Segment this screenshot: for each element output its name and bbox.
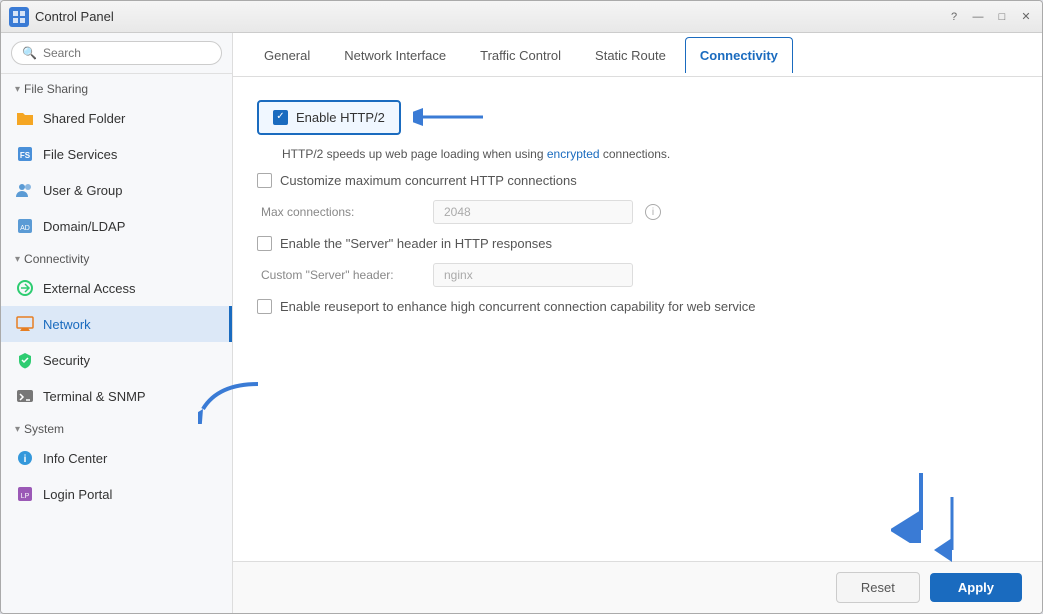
section-system-header[interactable]: ▾ System bbox=[1, 414, 232, 440]
close-button[interactable]: ✕ bbox=[1018, 9, 1034, 25]
customize-connections-label: Customize maximum concurrent HTTP connec… bbox=[280, 173, 577, 188]
custom-server-header-label: Custom "Server" header: bbox=[261, 268, 421, 282]
reuseport-highlight-2: concurrent connection capability bbox=[479, 299, 665, 314]
sidebar-label-user-group: User & Group bbox=[43, 183, 122, 198]
reset-button[interactable]: Reset bbox=[836, 572, 920, 603]
app-icon bbox=[9, 7, 29, 27]
minimize-button[interactable]: — bbox=[970, 9, 986, 25]
apply-button[interactable]: Apply bbox=[930, 573, 1022, 602]
sidebar-search-area: 🔍 bbox=[1, 33, 232, 74]
svg-text:AD: AD bbox=[20, 225, 30, 232]
sidebar-item-file-services[interactable]: FS File Services bbox=[1, 136, 232, 172]
domain-icon: AD bbox=[15, 216, 35, 236]
tab-bar: General Network Interface Traffic Contro… bbox=[233, 33, 1042, 77]
main-layout: 🔍 ▾ File Sharing Shared Folder bbox=[1, 33, 1042, 613]
sidebar-item-domain-ldap[interactable]: AD Domain/LDAP bbox=[1, 208, 232, 244]
info-icon[interactable]: i bbox=[645, 204, 661, 220]
server-header-label: Enable the "Server" header in HTTP respo… bbox=[280, 236, 552, 251]
sidebar-label-domain-ldap: Domain/LDAP bbox=[43, 219, 125, 234]
footer: Reset Apply bbox=[233, 561, 1042, 613]
sidebar-label-file-services: File Services bbox=[43, 147, 117, 162]
svg-text:FS: FS bbox=[20, 151, 31, 160]
sidebar-item-external-access[interactable]: External Access bbox=[1, 270, 232, 306]
chevron-down-icon-3: ▾ bbox=[15, 424, 20, 435]
reuseport-label: Enable reuseport to enhance high concurr… bbox=[280, 299, 756, 314]
network-icon bbox=[15, 314, 35, 334]
reuseport-checkbox[interactable] bbox=[257, 299, 272, 314]
section-file-sharing: ▾ File Sharing Shared Folder bbox=[1, 74, 232, 244]
max-connections-row: Max connections: i bbox=[261, 200, 1018, 224]
sidebar-item-security[interactable]: Security bbox=[1, 342, 232, 378]
server-header-row[interactable]: Enable the "Server" header in HTTP respo… bbox=[257, 236, 1018, 251]
enable-http2-container: Enable HTTP/2 bbox=[257, 100, 401, 135]
titlebar: Control Panel ? — □ ✕ bbox=[1, 1, 1042, 33]
section-connectivity-label: Connectivity bbox=[24, 252, 89, 266]
content-area: General Network Interface Traffic Contro… bbox=[233, 33, 1042, 613]
sidebar-label-network: Network bbox=[43, 317, 91, 332]
http2-checkbox[interactable] bbox=[273, 110, 288, 125]
sidebar-label-info-center: Info Center bbox=[43, 451, 107, 466]
search-input[interactable] bbox=[43, 46, 211, 60]
arrow-left-svg bbox=[413, 97, 493, 137]
login-portal-icon: LP bbox=[15, 484, 35, 504]
sidebar-label-login-portal: Login Portal bbox=[43, 487, 112, 502]
security-icon bbox=[15, 350, 35, 370]
section-system: ▾ System i Info Center bbox=[1, 414, 232, 512]
reuseport-row[interactable]: Enable reuseport to enhance high concurr… bbox=[257, 299, 1018, 314]
external-access-icon bbox=[15, 278, 35, 298]
tab-traffic-control[interactable]: Traffic Control bbox=[465, 37, 576, 73]
sidebar-label-shared-folder: Shared Folder bbox=[43, 111, 125, 126]
chevron-down-icon-2: ▾ bbox=[15, 254, 20, 265]
highlight-encrypted: encrypted bbox=[547, 147, 600, 161]
sidebar: 🔍 ▾ File Sharing Shared Folder bbox=[1, 33, 233, 613]
section-file-sharing-label: File Sharing bbox=[24, 82, 88, 96]
custom-server-header-input[interactable] bbox=[433, 263, 633, 287]
tab-general[interactable]: General bbox=[249, 37, 325, 73]
folder-icon bbox=[15, 108, 35, 128]
help-button[interactable]: ? bbox=[946, 9, 962, 25]
control-panel-window: Control Panel ? — □ ✕ 🔍 ▾ File Sharing bbox=[0, 0, 1043, 614]
svg-text:i: i bbox=[24, 454, 27, 465]
window-controls: ? — □ ✕ bbox=[946, 9, 1034, 25]
tab-static-route[interactable]: Static Route bbox=[580, 37, 681, 73]
max-connections-input[interactable] bbox=[433, 200, 633, 224]
file-services-icon: FS bbox=[15, 144, 35, 164]
terminal-icon bbox=[15, 386, 35, 406]
server-header-checkbox[interactable] bbox=[257, 236, 272, 251]
sidebar-item-terminal-snmp[interactable]: Terminal & SNMP bbox=[1, 378, 232, 414]
tab-connectivity[interactable]: Connectivity bbox=[685, 37, 793, 73]
sidebar-label-security: Security bbox=[43, 353, 90, 368]
sidebar-label-terminal-snmp: Terminal & SNMP bbox=[43, 389, 146, 404]
sidebar-item-network[interactable]: Network bbox=[1, 306, 232, 342]
arrow-annotation-left bbox=[413, 97, 493, 137]
chevron-down-icon: ▾ bbox=[15, 84, 20, 95]
user-group-icon bbox=[15, 180, 35, 200]
sidebar-item-shared-folder[interactable]: Shared Folder bbox=[1, 100, 232, 136]
section-connectivity-header[interactable]: ▾ Connectivity bbox=[1, 244, 232, 270]
section-system-label: System bbox=[24, 422, 64, 436]
sidebar-item-login-portal[interactable]: LP Login Portal bbox=[1, 476, 232, 512]
reuseport-highlight-1: reuseport bbox=[324, 299, 379, 314]
window-title: Control Panel bbox=[35, 9, 946, 24]
maximize-button[interactable]: □ bbox=[994, 9, 1010, 25]
sidebar-item-info-center[interactable]: i Info Center bbox=[1, 440, 232, 476]
svg-text:LP: LP bbox=[21, 493, 30, 500]
sidebar-item-user-group[interactable]: User & Group bbox=[1, 172, 232, 208]
sidebar-label-external-access: External Access bbox=[43, 281, 136, 296]
tab-network-interface[interactable]: Network Interface bbox=[329, 37, 461, 73]
search-icon: 🔍 bbox=[22, 46, 37, 60]
customize-connections-row[interactable]: Customize maximum concurrent HTTP connec… bbox=[257, 173, 1018, 188]
search-box[interactable]: 🔍 bbox=[11, 41, 222, 65]
http2-label: Enable HTTP/2 bbox=[296, 110, 385, 125]
max-connections-label: Max connections: bbox=[261, 205, 421, 219]
customize-connections-checkbox[interactable] bbox=[257, 173, 272, 188]
section-file-sharing-header[interactable]: ▾ File Sharing bbox=[1, 74, 232, 100]
http2-description: HTTP/2 speeds up web page loading when u… bbox=[282, 147, 1018, 161]
settings-body: Enable HTTP/2 bbox=[233, 77, 1042, 561]
custom-server-header-row: Custom "Server" header: bbox=[261, 263, 1018, 287]
info-center-icon: i bbox=[15, 448, 35, 468]
section-connectivity: ▾ Connectivity External Access bbox=[1, 244, 232, 414]
